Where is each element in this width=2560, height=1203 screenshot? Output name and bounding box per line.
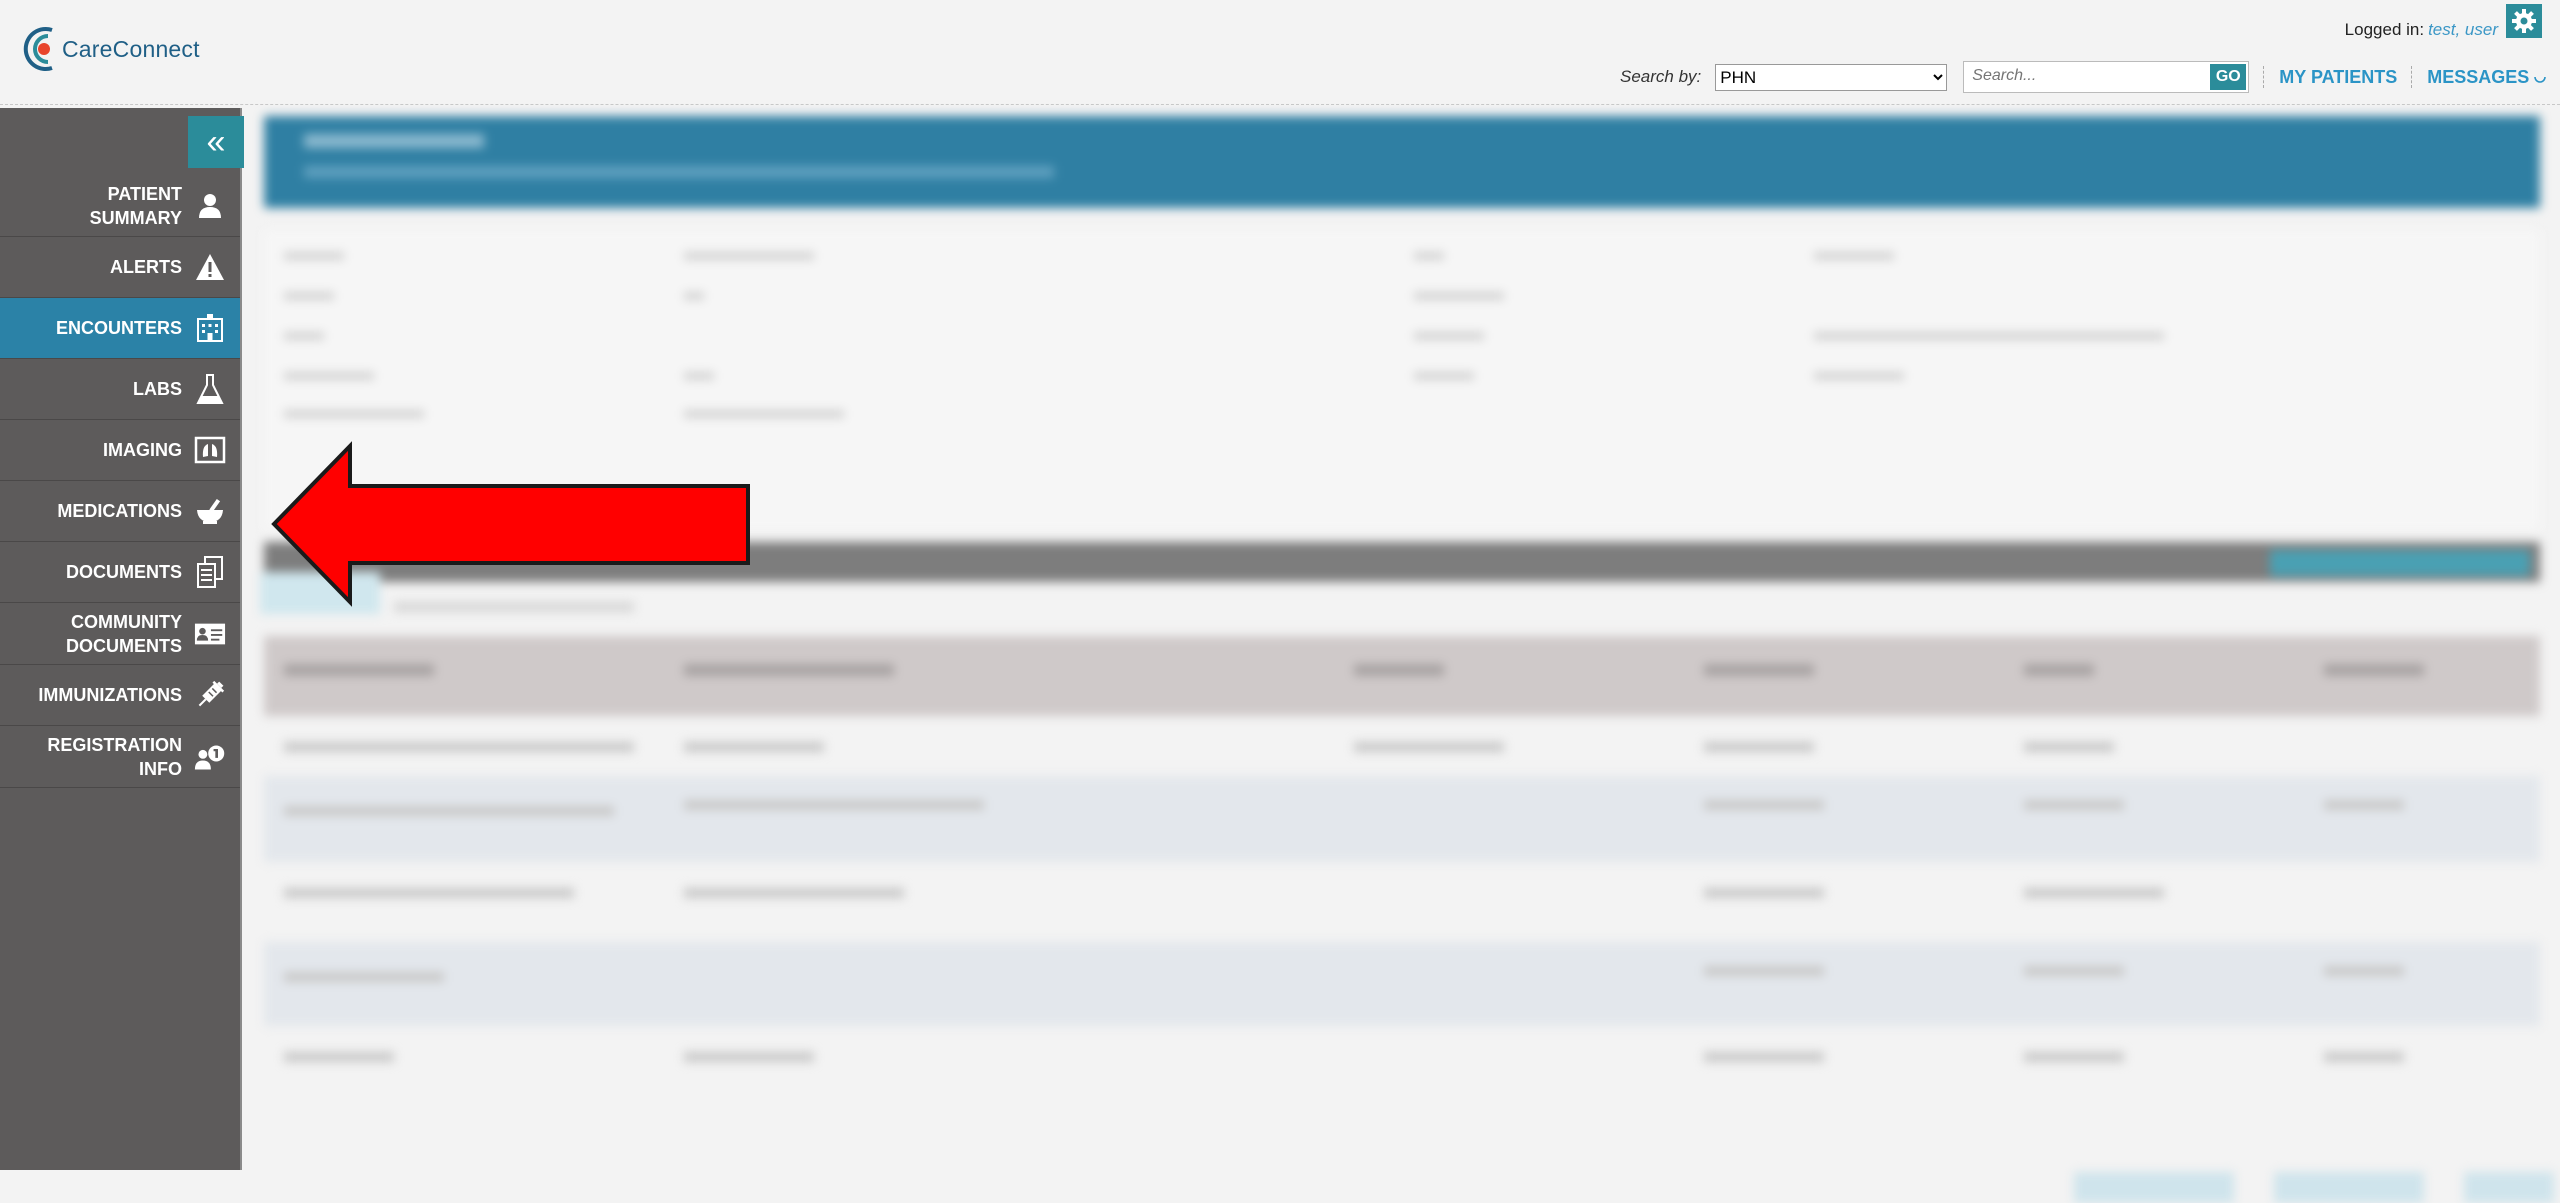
sidebar-item-label: ENCOUNTERS — [55, 318, 182, 338]
sidebar-nav: PATIENT SUMMARY ALERTS ENCOUNTERS LABS I — [0, 175, 240, 788]
sidebar: « PATIENT SUMMARY ALERTS ENCOUNTERS LABS — [0, 108, 244, 1170]
sidebar-item-label: IMMUNIZATIONS — [38, 685, 182, 705]
table-row — [264, 862, 2540, 942]
messages-link[interactable]: MESSAGES — [2427, 67, 2529, 88]
logo-icon — [23, 27, 53, 71]
search-by-label: Search by: — [1620, 67, 1702, 86]
settings-button[interactable] — [2506, 4, 2542, 38]
top-header: CareConnect Logged in: test, user Search … — [0, 0, 2560, 105]
sidebar-item-patient-summary[interactable]: PATIENT SUMMARY — [0, 175, 240, 237]
syringe-icon — [194, 679, 226, 711]
divider — [2263, 66, 2265, 88]
search-by-select[interactable]: PHN — [1715, 63, 1948, 91]
flask-icon — [194, 373, 226, 405]
sidebar-item-imaging[interactable]: IMAGING — [0, 420, 240, 481]
sidebar-item-label: COMMUNITY DOCUMENTS — [66, 611, 182, 656]
sidebar-item-community-documents[interactable]: COMMUNITY DOCUMENTS — [0, 603, 240, 665]
main-content-blurred — [244, 104, 2560, 1203]
table-row — [264, 716, 2540, 776]
xray-icon — [194, 434, 226, 466]
table-row — [264, 776, 2540, 862]
sidebar-item-medications[interactable]: MEDICATIONS — [0, 481, 240, 542]
divider — [2411, 66, 2413, 88]
sidebar-item-alerts[interactable]: ALERTS — [0, 237, 240, 298]
spinner-icon — [2534, 76, 2547, 83]
person-icon — [194, 190, 226, 222]
careconnect-logo[interactable]: CareConnect — [22, 24, 200, 74]
sidebar-item-label: DOCUMENTS — [66, 562, 182, 582]
search-box: GO — [1963, 61, 2250, 93]
warning-icon — [194, 251, 226, 283]
table-header — [264, 636, 2540, 716]
footer-button — [2074, 1172, 2234, 1203]
app-name: CareConnect — [62, 35, 200, 62]
sidebar-item-registration-info[interactable]: REGISTRATION INFO — [0, 726, 240, 788]
collapse-sidebar-button[interactable]: « — [188, 116, 244, 168]
logged-in-label: Logged in: — [2344, 20, 2425, 39]
registration-icon — [194, 741, 226, 773]
red-arrow-annotation — [271, 441, 750, 607]
sidebar-item-documents[interactable]: DOCUMENTS — [0, 542, 240, 603]
my-patients-link[interactable]: MY PATIENTS — [2279, 67, 2397, 88]
id-card-icon — [194, 618, 226, 650]
search-bar: Search by: PHN GO MY PATIENTS MESSAGES — [1620, 61, 2547, 93]
go-button[interactable]: GO — [2210, 64, 2247, 90]
hospital-icon — [194, 312, 226, 344]
sidebar-item-label: MEDICATIONS — [57, 501, 182, 521]
patient-banner — [264, 116, 2540, 208]
logged-in-status: Logged in: test, user — [2345, 20, 2498, 40]
logged-in-user[interactable]: test, user — [2428, 20, 2498, 39]
sidebar-item-encounters[interactable]: ENCOUNTERS — [0, 298, 240, 359]
footer-button — [2274, 1172, 2424, 1203]
sidebar-item-label: PATIENT SUMMARY — [89, 183, 182, 228]
search-input[interactable] — [1964, 62, 2213, 90]
sidebar-item-immunizations[interactable]: IMMUNIZATIONS — [0, 665, 240, 726]
table-row — [264, 942, 2540, 1026]
sidebar-item-label: ALERTS — [110, 257, 182, 277]
sidebar-item-label: IMAGING — [103, 440, 182, 460]
sidebar-item-label: REGISTRATION INFO — [47, 734, 182, 779]
sidebar-item-label: LABS — [133, 379, 182, 399]
sidebar-item-labs[interactable]: LABS — [0, 359, 240, 420]
gear-icon — [2512, 9, 2536, 33]
table-row — [264, 1026, 2540, 1126]
footer-button — [2464, 1172, 2554, 1203]
mortar-pestle-icon — [194, 495, 226, 527]
documents-icon — [194, 556, 226, 588]
